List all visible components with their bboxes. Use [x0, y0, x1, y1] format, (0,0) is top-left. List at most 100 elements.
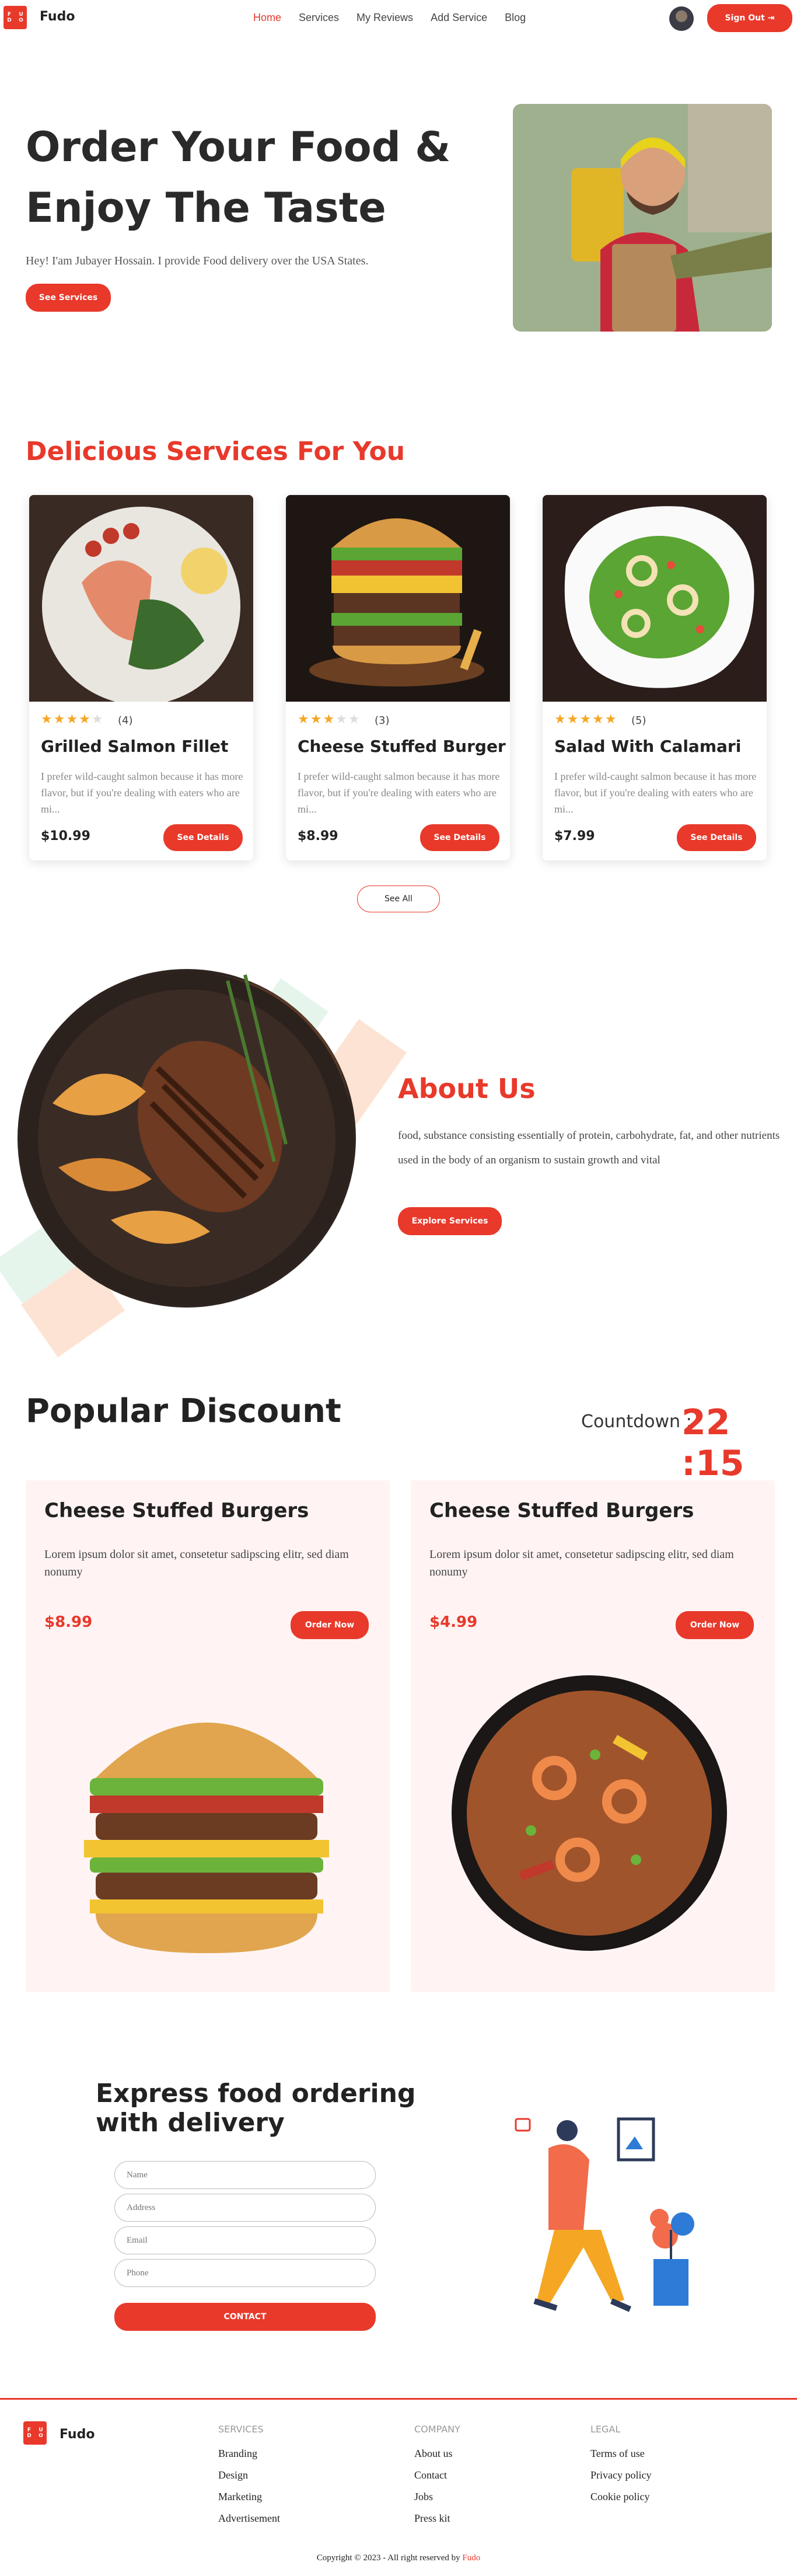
footer-link[interactable]: Jobs: [414, 2491, 460, 2503]
footer-link[interactable]: Privacy policy: [590, 2469, 651, 2481]
contact-title: Express food ordering with delivery: [96, 2079, 415, 2138]
see-details-button[interactable]: See Details: [163, 824, 243, 851]
discount-card: Cheese Stuffed Burgers Lorem ipsum dolor…: [26, 1480, 390, 1992]
discount-card-price: $8.99: [44, 1613, 93, 1631]
card-desc: I prefer wild-caught salmon because it h…: [554, 771, 757, 815]
services-title: Delicious Services For You: [26, 437, 406, 466]
rating-stars: ★★★★★: [41, 712, 104, 727]
email-field[interactable]: [114, 2226, 376, 2254]
address-field[interactable]: [114, 2194, 376, 2222]
logo-letter: O: [19, 18, 23, 23]
brand-name[interactable]: Fudo: [40, 9, 75, 24]
card-title: Grilled Salmon Fillet: [41, 737, 229, 756]
footer-link[interactable]: Contact: [414, 2469, 460, 2481]
footer-col-heading: SERVICES: [218, 2424, 264, 2435]
service-card: ★★★★★ (3) Cheese Stuffed Burger I prefer…: [286, 495, 510, 860]
footer-link[interactable]: Advertisement: [218, 2512, 280, 2525]
grilled-salmon-image: [29, 495, 253, 702]
nav-services[interactable]: Services: [299, 12, 339, 24]
contact-title-line2: with delivery: [96, 2108, 285, 2138]
footer-col-heading: COMPANY: [414, 2424, 460, 2435]
footer-col-legal: LEGAL Terms of use Privacy policy Cookie…: [590, 2424, 651, 2512]
rating-stars: ★★★★★: [298, 712, 361, 727]
rating-count: (4): [118, 714, 133, 727]
about-text: food, substance consisting essentially o…: [398, 1130, 780, 1166]
card-title: Cheese Stuffed Burger: [298, 737, 506, 756]
hero-title: Order Your Food & Enjoy The Taste: [26, 117, 469, 238]
see-all-button[interactable]: See All: [357, 886, 440, 912]
card-price: $8.99: [298, 829, 338, 843]
footer-link[interactable]: Branding: [218, 2448, 280, 2460]
discount-title: Popular Discount: [26, 1392, 341, 1430]
countdown-value: 22 :15: [681, 1402, 744, 1484]
nav-home[interactable]: Home: [253, 12, 281, 24]
hero-title-line1: Order Your Food &: [26, 123, 451, 171]
nav-my-reviews[interactable]: My Reviews: [356, 12, 413, 24]
nav-links: Home Services My Reviews Add Service Blo…: [253, 12, 526, 24]
card-desc: I prefer wild-caught salmon because it h…: [41, 771, 243, 815]
logo-letter: F: [7, 12, 12, 18]
calamari-salad-image: [543, 495, 767, 702]
footer-divider: [0, 2398, 797, 2400]
footer-link[interactable]: Terms of use: [590, 2448, 651, 2460]
rating-count: (3): [375, 714, 390, 727]
footer-col-services: SERVICES Branding Design Marketing Adver…: [218, 2424, 280, 2534]
footer-link[interactable]: Marketing: [218, 2491, 280, 2503]
phone-field[interactable]: [114, 2259, 376, 2287]
avatar[interactable]: [669, 6, 694, 31]
delivery-man-image: [513, 104, 772, 332]
logo-letter: U: [19, 12, 23, 18]
sign-out-icon: ⇥: [767, 13, 775, 23]
hero-title-line2: Enjoy The Taste: [26, 184, 386, 232]
nav-blog[interactable]: Blog: [505, 12, 526, 24]
nav-add-service[interactable]: Add Service: [431, 12, 487, 24]
logo-letter: D: [27, 2433, 32, 2439]
order-now-button[interactable]: Order Now: [291, 1611, 369, 1639]
copyright-brand[interactable]: Fudo: [462, 2553, 480, 2563]
footer-link[interactable]: Press kit: [414, 2512, 460, 2525]
footer-logo-icon[interactable]: F U D O: [23, 2421, 47, 2445]
copyright-text: Copyright © 2023 - All right reserved by: [316, 2553, 460, 2563]
footer-col-heading: LEGAL: [590, 2424, 621, 2435]
logo-letter: F: [27, 2427, 32, 2433]
see-details-button[interactable]: See Details: [420, 824, 499, 851]
rating-stars: ★★★★★: [554, 712, 618, 727]
footer-link[interactable]: About us: [414, 2448, 460, 2460]
hero-subtitle: Hey! I'am Jubayer Hossain. I provide Foo…: [26, 255, 369, 267]
card-title: Salad With Calamari: [554, 737, 742, 756]
steak-plate-image: [18, 969, 356, 1308]
discount-card-title: Cheese Stuffed Burgers: [429, 1499, 694, 1522]
card-price: $10.99: [41, 829, 90, 843]
footer-link[interactable]: Design: [218, 2469, 280, 2481]
card-desc: I prefer wild-caught salmon because it h…: [298, 771, 500, 815]
delivery-illustration: [515, 2117, 694, 2312]
discount-card-title: Cheese Stuffed Burgers: [44, 1499, 309, 1522]
about-title: About Us: [398, 1073, 536, 1104]
copyright: Copyright © 2023 - All right reserved by…: [0, 2553, 797, 2563]
footer-link[interactable]: Cookie policy: [590, 2491, 651, 2503]
discount-card: Cheese Stuffed Burgers Lorem ipsum dolor…: [411, 1480, 775, 1992]
name-field[interactable]: [114, 2161, 376, 2189]
contact-button[interactable]: CONTACT: [114, 2303, 376, 2331]
explore-services-button[interactable]: Explore Services: [398, 1207, 502, 1235]
service-card: ★★★★★ (5) Salad With Calamari I prefer w…: [543, 495, 767, 860]
card-price: $7.99: [554, 829, 595, 843]
discount-card-desc: Lorem ipsum dolor sit amet, consetetur s…: [44, 1548, 349, 1578]
discount-card-price: $4.99: [429, 1613, 478, 1631]
service-card: ★★★★★ (4) Grilled Salmon Fillet I prefer…: [29, 495, 253, 860]
logo-icon[interactable]: F U D O: [4, 6, 27, 29]
see-details-button[interactable]: See Details: [677, 824, 756, 851]
order-now-button[interactable]: Order Now: [676, 1611, 754, 1639]
shrimp-rice-image: [452, 1675, 727, 1951]
contact-title-line1: Express food ordering: [96, 2079, 416, 2108]
logo-letter: D: [7, 18, 12, 23]
logo-letter: O: [39, 2433, 43, 2439]
discount-card-desc: Lorem ipsum dolor sit amet, consetetur s…: [429, 1548, 734, 1578]
countdown-label: Countdown :: [581, 1411, 692, 1432]
footer-col-company: COMPANY About us Contact Jobs Press kit: [414, 2424, 460, 2534]
cheese-burger-image: [286, 495, 510, 702]
see-services-button[interactable]: See Services: [26, 284, 111, 312]
footer-brand-name[interactable]: Fudo: [60, 2427, 95, 2442]
sign-out-button[interactable]: Sign Out ⇥: [707, 4, 792, 32]
sign-out-label: Sign Out: [725, 13, 765, 23]
